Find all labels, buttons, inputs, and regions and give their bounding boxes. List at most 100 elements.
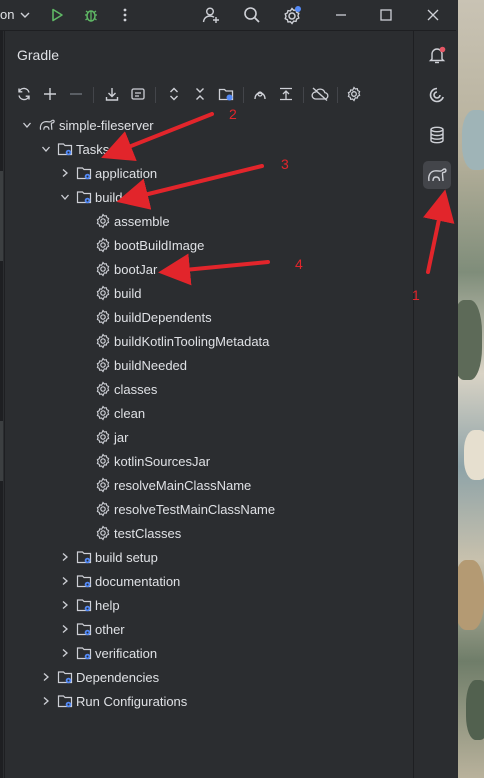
tree-item-run-configurations[interactable]: Run Configurations — [38, 689, 187, 713]
chevron-right-icon[interactable] — [57, 573, 73, 589]
tree-item-tasks[interactable]: Tasks — [38, 137, 109, 161]
tree-item-help[interactable]: help — [57, 593, 120, 617]
tree-item-label: simple-fileserver — [59, 117, 154, 133]
tree-item-task[interactable]: build — [76, 281, 141, 305]
tree-item-label: Dependencies — [76, 669, 160, 685]
add-user-icon[interactable] — [200, 4, 222, 26]
collapse-all-icon[interactable] — [189, 83, 211, 105]
chevron-right-icon[interactable] — [57, 549, 73, 565]
tree-item-dependencies[interactable]: Dependencies — [38, 665, 159, 689]
tree-item-task[interactable]: buildKotlinToolingMetadata — [76, 329, 269, 353]
tree-item-build[interactable]: build — [57, 185, 122, 209]
tree-item-task[interactable]: resolveTestMainClassName — [76, 497, 275, 521]
expand-all-icon[interactable] — [163, 83, 185, 105]
tree-item-build-setup[interactable]: build setup — [57, 545, 158, 569]
tree-item-task[interactable]: assemble — [76, 209, 170, 233]
gradle-icon[interactable] — [423, 161, 451, 189]
run-icon[interactable] — [46, 4, 68, 26]
chevron-right-icon[interactable] — [57, 597, 73, 613]
debug-icon[interactable] — [80, 4, 102, 26]
tree-item-task[interactable]: kotlinSourcesJar — [76, 449, 210, 473]
close-icon[interactable] — [422, 4, 444, 26]
tree-item-task[interactable]: buildDependents — [76, 305, 212, 329]
show-tasks-icon[interactable] — [275, 83, 297, 105]
dependency-analyzer-icon[interactable] — [249, 83, 271, 105]
toolbar-separator — [243, 87, 244, 103]
add-icon[interactable] — [39, 83, 61, 105]
tree-item-label: other — [95, 621, 125, 637]
chevron-down-icon[interactable] — [19, 117, 35, 133]
task-folder-icon — [76, 189, 92, 205]
chevron-right-icon[interactable] — [57, 165, 73, 181]
annotation-label-4: 4 — [295, 256, 303, 272]
tree-item-documentation[interactable]: documentation — [57, 569, 180, 593]
task-gear-icon — [95, 381, 111, 397]
chevron-down-icon[interactable] — [38, 141, 54, 157]
gradle-settings-icon[interactable] — [343, 83, 365, 105]
right-tool-strip — [413, 31, 458, 778]
tree-item-label: Tasks — [76, 141, 110, 157]
database-icon[interactable] — [423, 121, 451, 149]
chevron-right-icon[interactable] — [38, 693, 54, 709]
editor-edge — [0, 31, 3, 778]
tree-item-label: buildNeeded — [114, 357, 188, 373]
task-gear-icon — [95, 309, 111, 325]
tree-item-task[interactable]: resolveMainClassName — [76, 473, 251, 497]
download-sources-icon[interactable] — [101, 83, 123, 105]
tree-item-label: clean — [114, 405, 146, 421]
tree-item-application[interactable]: application — [57, 161, 157, 185]
tree-item-task[interactable]: classes — [76, 377, 157, 401]
tree-item-project[interactable]: simple-fileserver — [19, 113, 154, 137]
gradle-tool-window: Gradle simple-fileserver Tasks applicati… — [4, 31, 413, 778]
tree-item-task[interactable]: jar — [76, 425, 128, 449]
run-config-selector[interactable]: on — [0, 7, 14, 22]
more-vertical-icon[interactable] — [114, 4, 136, 26]
maximize-icon[interactable] — [375, 4, 397, 26]
task-folder-icon — [76, 573, 92, 589]
reload-icon[interactable] — [13, 83, 35, 105]
notifications-icon[interactable] — [423, 41, 451, 69]
tree-item-task[interactable]: testClasses — [76, 521, 181, 545]
tree-item-label: classes — [114, 381, 158, 397]
tree-item-task[interactable]: bootBuildImage — [76, 233, 204, 257]
chevron-right-icon[interactable] — [57, 621, 73, 637]
offline-mode-icon[interactable] — [309, 83, 331, 105]
search-icon[interactable] — [241, 4, 263, 26]
link-project-icon[interactable] — [215, 83, 237, 105]
chevron-down-icon[interactable] — [57, 189, 73, 205]
tree-item-label: verification — [95, 645, 158, 661]
tree-item-other[interactable]: other — [57, 617, 125, 641]
task-folder-icon — [76, 621, 92, 637]
toolbar-separator — [93, 87, 94, 103]
tree-item-label: application — [95, 165, 158, 181]
run-task-icon[interactable] — [127, 83, 149, 105]
tree-item-task[interactable]: bootJar — [76, 257, 157, 281]
annotation-label-1: 1 — [412, 287, 420, 303]
tree-item-label: resolveMainClassName — [114, 477, 252, 493]
desktop-wallpaper — [458, 0, 484, 778]
task-folder-icon — [76, 549, 92, 565]
chevron-right-icon[interactable] — [38, 669, 54, 685]
tree-item-verification[interactable]: verification — [57, 641, 157, 665]
ai-assistant-icon[interactable] — [423, 81, 451, 109]
minimize-icon[interactable] — [330, 4, 352, 26]
task-folder-icon — [76, 645, 92, 661]
task-folder-icon — [76, 165, 92, 181]
tree-item-label: build — [114, 285, 142, 301]
dependencies-folder-icon — [57, 669, 73, 685]
remove-icon[interactable] — [65, 83, 87, 105]
panel-title: Gradle — [17, 47, 60, 63]
tree-item-task[interactable]: clean — [76, 401, 145, 425]
tree-item-label: testClasses — [114, 525, 182, 541]
task-gear-icon — [95, 285, 111, 301]
chevron-down-icon[interactable] — [14, 4, 36, 26]
settings-icon[interactable] — [281, 4, 303, 26]
chevron-right-icon[interactable] — [57, 645, 73, 661]
tree-item-task[interactable]: buildNeeded — [76, 353, 187, 377]
